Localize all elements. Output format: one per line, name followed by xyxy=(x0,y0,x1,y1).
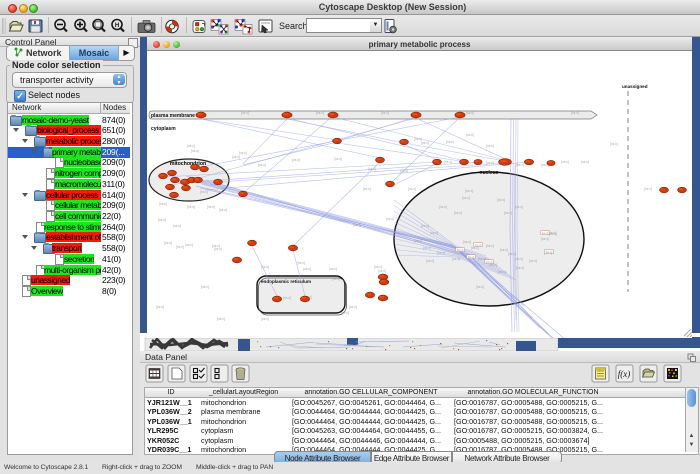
svg-text:[xx.x]: [xx.x] xyxy=(297,261,305,265)
svg-text:[xx.x]: [xx.x] xyxy=(468,255,475,259)
svg-text:[xx.x]: [xx.x] xyxy=(232,155,240,159)
svg-text:[xx.x]: [xx.x] xyxy=(486,144,494,148)
svg-text:[xx.x]: [xx.x] xyxy=(400,169,408,173)
svg-text:[xx.x]: [xx.x] xyxy=(486,244,494,248)
svg-text:[xx.x]: [xx.x] xyxy=(414,239,422,243)
svg-text:[xx.x]: [xx.x] xyxy=(466,111,474,115)
svg-text:cytoplasm: cytoplasm xyxy=(151,126,176,132)
svg-text:[xx.x]: [xx.x] xyxy=(465,189,473,193)
svg-text:[xx.x]: [xx.x] xyxy=(457,248,464,252)
svg-text:[xx.x]: [xx.x] xyxy=(486,161,494,165)
svg-text:[xx.x]: [xx.x] xyxy=(258,163,266,167)
svg-text:[xx.x]: [xx.x] xyxy=(463,240,471,244)
svg-text:[xx.x]: [xx.x] xyxy=(497,198,505,202)
svg-text:[xx.x]: [xx.x] xyxy=(516,163,524,167)
svg-text:[xx.x]: [xx.x] xyxy=(610,142,618,146)
svg-text:[xx.x]: [xx.x] xyxy=(476,285,484,289)
svg-text:[xx.x]: [xx.x] xyxy=(504,211,512,215)
svg-text:[xx.x]: [xx.x] xyxy=(430,231,438,235)
svg-text:nucleus: nucleus xyxy=(480,170,499,176)
svg-text:[xx.x]: [xx.x] xyxy=(187,205,195,209)
svg-text:[xx.x]: [xx.x] xyxy=(516,266,524,270)
svg-text:[xx.x]: [xx.x] xyxy=(549,232,557,236)
svg-text:[xx.x]: [xx.x] xyxy=(426,259,434,263)
svg-text:mitochondrion: mitochondrion xyxy=(170,161,206,167)
svg-text:[xx.x]: [xx.x] xyxy=(515,205,523,209)
svg-text:[xx.x]: [xx.x] xyxy=(349,305,357,309)
svg-text:[xx.x]: [xx.x] xyxy=(421,141,429,145)
svg-text:[xx.x]: [xx.x] xyxy=(475,243,482,247)
svg-text:[xx.x]: [xx.x] xyxy=(486,260,493,264)
svg-text:[xx.x]: [xx.x] xyxy=(191,149,199,153)
svg-text:[xx.x]: [xx.x] xyxy=(176,245,184,249)
svg-text:[xx.x]: [xx.x] xyxy=(353,223,361,227)
svg-text:[xx.x]: [xx.x] xyxy=(334,157,342,161)
svg-text:[xx.x]: [xx.x] xyxy=(542,231,549,235)
svg-text:plasma membrane: plasma membrane xyxy=(151,113,195,119)
svg-text:[xx.x]: [xx.x] xyxy=(217,317,225,321)
svg-text:[xx.x]: [xx.x] xyxy=(200,190,208,194)
svg-text:[xx.x]: [xx.x] xyxy=(341,311,349,315)
svg-text:f(x): f(x) xyxy=(618,369,631,379)
svg-text:[xx.x]: [xx.x] xyxy=(581,160,589,164)
svg-text:[xx.x]: [xx.x] xyxy=(158,218,166,222)
svg-text:[xx.x]: [xx.x] xyxy=(378,269,386,273)
svg-text:[xx.x]: [xx.x] xyxy=(261,317,269,321)
svg-text:H: H xyxy=(115,23,119,29)
svg-text:[xx.x]: [xx.x] xyxy=(368,167,376,171)
svg-text:[xx.x]: [xx.x] xyxy=(214,247,222,251)
svg-text:[xx.x]: [xx.x] xyxy=(500,248,508,252)
svg-text:[xx.x]: [xx.x] xyxy=(462,196,470,200)
svg-text:[xx.x]: [xx.x] xyxy=(439,205,447,209)
svg-text:[xx.x]: [xx.x] xyxy=(546,250,553,254)
svg-text:[xx.x]: [xx.x] xyxy=(201,285,209,289)
svg-text:[xx.x]: [xx.x] xyxy=(437,251,445,255)
svg-text:[xx.x]: [xx.x] xyxy=(187,144,195,148)
svg-text:[xx.x]: [xx.x] xyxy=(283,296,291,300)
svg-text:[xx.x]: [xx.x] xyxy=(292,158,300,162)
svg-text:[xx.x]: [xx.x] xyxy=(466,133,474,137)
svg-text:[xx.x]: [xx.x] xyxy=(452,257,460,261)
svg-text:[xx.x]: [xx.x] xyxy=(239,151,247,155)
svg-text:[xx.x]: [xx.x] xyxy=(363,187,371,191)
svg-text:[xx.x]: [xx.x] xyxy=(381,111,389,115)
svg-text:[xx.x]: [xx.x] xyxy=(423,246,431,250)
svg-text:[xx.x]: [xx.x] xyxy=(498,270,506,274)
svg-text:[xx.x]: [xx.x] xyxy=(185,243,193,247)
svg-text:[xx.x]: [xx.x] xyxy=(332,277,340,281)
svg-text:unassigned: unassigned xyxy=(622,84,648,89)
svg-text:[xx.x]: [xx.x] xyxy=(529,259,537,263)
svg-text:[xx.x]: [xx.x] xyxy=(421,224,429,228)
svg-text:[xx.x]: [xx.x] xyxy=(173,224,181,228)
svg-text:[xx.x]: [xx.x] xyxy=(303,267,311,271)
svg-text:[xx.x]: [xx.x] xyxy=(156,305,164,309)
svg-text:[xx.x]: [xx.x] xyxy=(241,111,249,115)
svg-text:[xx.x]: [xx.x] xyxy=(261,265,269,269)
svg-text:[xx.x]: [xx.x] xyxy=(329,267,337,271)
svg-text:[xx.x]: [xx.x] xyxy=(414,137,422,141)
svg-text:[xx.x]: [xx.x] xyxy=(408,187,416,191)
svg-text:[xx.x]: [xx.x] xyxy=(644,187,652,191)
svg-text:[xx.x]: [xx.x] xyxy=(446,140,454,144)
svg-text:[xx.x]: [xx.x] xyxy=(316,111,324,115)
svg-text:[xx.x]: [xx.x] xyxy=(571,111,579,115)
svg-text:[xx.x]: [xx.x] xyxy=(386,217,394,221)
svg-text:endoplasmic reticulum: endoplasmic reticulum xyxy=(261,279,311,284)
svg-text:[xx.x]: [xx.x] xyxy=(515,257,523,261)
svg-text:[xx.x]: [xx.x] xyxy=(541,237,549,241)
svg-text:[xx.x]: [xx.x] xyxy=(159,202,167,206)
svg-text:[xx.x]: [xx.x] xyxy=(219,208,227,212)
svg-text:[xx.x]: [xx.x] xyxy=(444,160,452,164)
svg-text:[xx.x]: [xx.x] xyxy=(561,160,569,164)
svg-text:[xx.x]: [xx.x] xyxy=(454,211,462,215)
svg-text:[xx.x]: [xx.x] xyxy=(164,241,172,245)
svg-text:[xx.x]: [xx.x] xyxy=(207,205,215,209)
svg-text:[xx.x]: [xx.x] xyxy=(508,252,516,256)
